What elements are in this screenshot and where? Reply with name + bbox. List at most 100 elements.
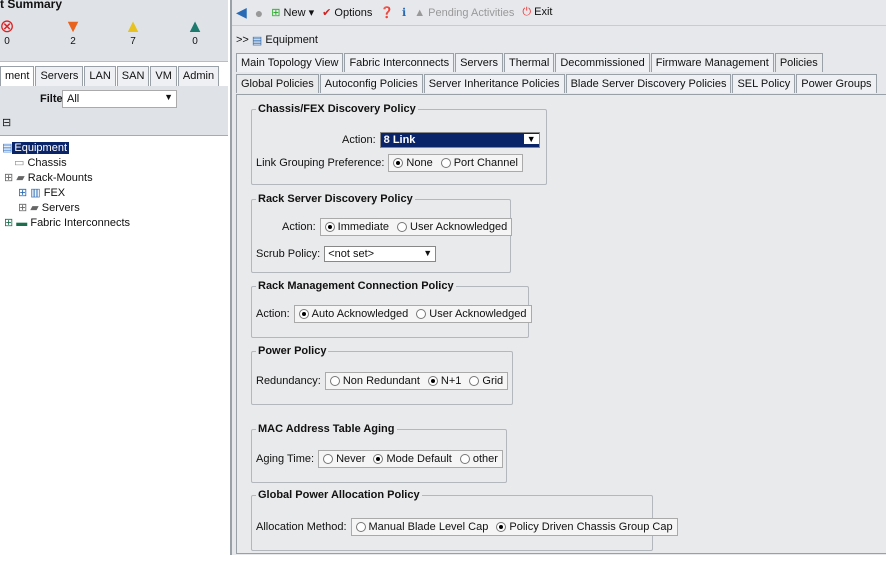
radio-manual-blade-level-cap[interactable]: Manual Blade Level Cap	[355, 521, 488, 533]
radio-auto-acknowledged[interactable]: Auto Acknowledged	[298, 308, 408, 320]
tree-node-rack-mounts[interactable]: ⊞ ▰ Rack-Mounts	[4, 171, 93, 184]
group-title: Rack Server Discovery Policy	[256, 193, 415, 205]
tab-servers[interactable]: Servers	[35, 66, 84, 86]
scrub-policy-value: <not set>	[328, 248, 375, 260]
plus-icon: ⊞	[271, 7, 284, 19]
radio-n-plus-1[interactable]: N+1	[427, 375, 461, 387]
minor-faults[interactable]: ▲ 7	[118, 16, 148, 47]
allocation-method-label: Allocation Method:	[256, 521, 347, 533]
action-label: Action:	[282, 221, 316, 233]
toolbar: ◀ ● ⊞ New ▾ ✔ Options ❓ ℹ ▲ Pending Acti…	[232, 0, 886, 26]
tab-firmware-management[interactable]: Firmware Management	[650, 53, 774, 72]
global-power-allocation-policy: Global Power Allocation Policy Allocatio…	[251, 489, 678, 551]
group-title: MAC Address Table Aging	[256, 423, 397, 435]
tab-main-topology[interactable]: Main Topology View	[236, 53, 344, 72]
aging-time-label: Aging Time:	[256, 453, 315, 465]
link-grouping-label: Link Grouping Preference:	[256, 157, 385, 169]
fex-icon: ⊞ ▥	[18, 187, 44, 199]
tab-thermal[interactable]: Thermal	[504, 53, 555, 72]
tab-autoconfig-policies[interactable]: Autoconfig Policies	[319, 74, 423, 93]
pending-activities-button[interactable]: ▲ Pending Activities	[414, 7, 514, 19]
tab-san[interactable]: SAN	[116, 66, 150, 86]
action-label: Action:	[342, 134, 376, 146]
filter-bar: Filter: All ▼	[0, 86, 228, 112]
chevron-down-icon: ▼	[164, 92, 173, 102]
exit-icon: ⏻	[522, 6, 535, 18]
server-icon: ⊞ ▰	[18, 202, 42, 214]
critical-faults[interactable]: ⊗ 0	[0, 16, 22, 47]
tree-node-equipment[interactable]: ▤ Equipment	[2, 141, 69, 154]
scrub-policy-label: Scrub Policy:	[256, 248, 321, 260]
tab-fabric-interconnects[interactable]: Fabric Interconnects	[344, 53, 455, 72]
forward-icon[interactable]: ●	[255, 5, 263, 21]
tree-node-servers[interactable]: ⊞ ▰ Servers	[18, 201, 80, 214]
tab-global-policies[interactable]: Global Policies	[236, 74, 319, 93]
warning-icon: ▲	[186, 16, 204, 36]
tab-decommissioned[interactable]: Decommissioned	[555, 53, 650, 72]
help-icon[interactable]: ❓	[380, 6, 394, 19]
tree-toolbar: ⊟	[0, 112, 228, 136]
group-title: Chassis/FEX Discovery Policy	[256, 103, 418, 115]
tab-policies[interactable]: Policies	[774, 53, 823, 72]
filter-select[interactable]: All ▼	[62, 90, 177, 108]
group-title: Power Policy	[256, 345, 329, 357]
chevron-down-icon: ▼	[423, 248, 433, 258]
left-panel: t Summary ⊗ 0 ▼ 2 ▲ 7 ▲ 0 ment Servers LAN S…	[0, 0, 228, 583]
main-tabs: Main Topology View Fabric Interconnects …	[236, 53, 824, 72]
tab-sel-policy[interactable]: SEL Policy	[732, 74, 796, 93]
radio-policy-driven-chassis-group-cap[interactable]: Policy Driven Chassis Group Cap	[496, 521, 673, 533]
breadcrumb: >> ▤ Equipment	[232, 30, 318, 50]
tab-lan[interactable]: LAN	[84, 66, 116, 86]
radio-non-redundant[interactable]: Non Redundant	[329, 375, 420, 387]
content-pane: ◀ ● ⊞ New ▾ ✔ Options ❓ ℹ ▲ Pending Acti…	[230, 0, 886, 583]
tab-server-inheritance-policies[interactable]: Server Inheritance Policies	[423, 74, 565, 93]
tab-admin[interactable]: Admin	[177, 66, 220, 86]
minor-icon: ▲	[124, 16, 142, 36]
chevron-down-icon: ▼	[523, 134, 539, 144]
filter-value: All	[67, 93, 80, 105]
tab-vm[interactable]: VM	[150, 66, 177, 86]
tree-node-fabric-interconnects[interactable]: ⊞ ▬ Fabric Interconnects	[4, 216, 130, 229]
redundancy-label: Redundancy:	[256, 375, 321, 387]
action-value: 8 Link	[383, 134, 416, 146]
tab-blade-server-discovery-policies[interactable]: Blade Server Discovery Policies	[565, 74, 732, 93]
tab-equipment[interactable]: ment	[0, 66, 35, 86]
exit-button[interactable]: ⏻ Exit	[522, 6, 552, 19]
radio-port-channel[interactable]: Port Channel	[440, 157, 518, 169]
radio-other[interactable]: other	[459, 453, 498, 465]
bottom-area	[230, 555, 886, 583]
radio-user-acknowledged[interactable]: User Acknowledged	[397, 221, 507, 233]
sub-tabs: Global Policies Autoconfig Policies Serv…	[236, 74, 878, 93]
scrub-policy-select[interactable]: <not set> ▼	[324, 246, 437, 262]
radio-grid[interactable]: Grid	[469, 375, 503, 387]
major-faults[interactable]: ▼ 2	[58, 16, 88, 47]
radio-never[interactable]: Never	[323, 453, 365, 465]
radio-user-acknowledged[interactable]: User Acknowledged	[416, 308, 527, 320]
radio-mode-default[interactable]: Mode Default	[373, 453, 452, 465]
tree-node-chassis[interactable]: ▭ Chassis	[14, 156, 67, 169]
chassis-icon: ▭	[14, 157, 28, 169]
radio-immediate[interactable]: Immediate	[324, 221, 389, 233]
collapse-icon[interactable]: ⊟	[2, 116, 11, 129]
group-title: Rack Management Connection Policy	[256, 280, 456, 292]
tab-power-groups[interactable]: Power Groups	[796, 74, 877, 93]
info-icon[interactable]: ℹ	[402, 6, 406, 19]
breadcrumb-equipment[interactable]: Equipment	[265, 34, 318, 46]
warning-faults[interactable]: ▲ 0	[180, 16, 210, 47]
action-select[interactable]: 8 Link ▼	[379, 132, 540, 148]
new-button[interactable]: ⊞ New ▾	[271, 6, 314, 19]
group-title: Global Power Allocation Policy	[256, 489, 422, 501]
major-icon: ▼	[64, 16, 82, 36]
radio-none[interactable]: None	[393, 157, 433, 169]
nav-tabs: ment Servers LAN SAN VM Admin	[0, 66, 220, 86]
tab-servers[interactable]: Servers	[455, 53, 503, 72]
power-policy: Power Policy Redundancy: Non Redundant N+1…	[251, 345, 513, 405]
back-icon[interactable]: ◀	[236, 4, 247, 21]
tree-node-fex[interactable]: ⊞ ▥ FEX	[18, 186, 65, 199]
options-button[interactable]: ✔ Options	[322, 6, 372, 19]
equipment-icon: ▤	[251, 34, 263, 47]
global-policies-panel: Chassis/FEX Discovery Policy Action: 8 Li…	[236, 94, 886, 554]
rack-management-connection-policy: Rack Management Connection Policy Action…	[251, 280, 532, 338]
fault-summary: t Summary ⊗ 0 ▼ 2 ▲ 7 ▲ 0	[0, 0, 228, 62]
action-label: Action:	[256, 308, 290, 320]
